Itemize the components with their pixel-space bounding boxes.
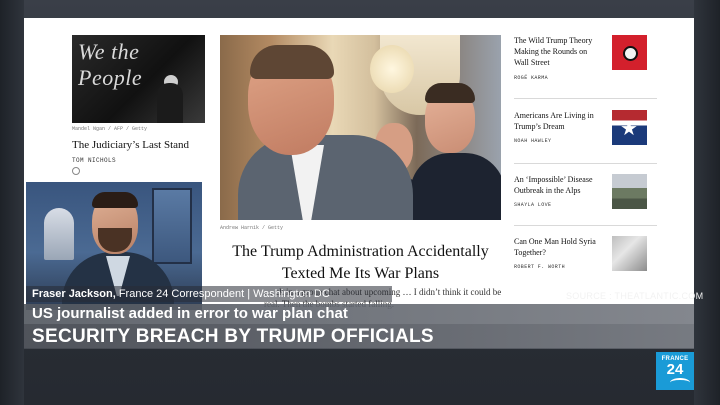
left-story-author: TOM NICHOLS — [72, 157, 117, 164]
rail-item-title: The Wild Trump Theory Making the Rounds … — [514, 36, 593, 67]
headline-main: SECURITY BREACH BY TRUMP OFFICIALS — [24, 324, 694, 349]
rail-item-author: ROBERT F. WORTH — [514, 264, 566, 270]
left-story-title: The Judiciary’s Last Stand — [72, 139, 190, 151]
correspondent-hair — [92, 192, 138, 208]
main-story-title[interactable]: The Trump Administration Accidentally Te… — [220, 241, 501, 285]
person-2-suit — [410, 153, 501, 220]
rail-item-author: NOAH HAWLEY — [514, 138, 552, 144]
red-eye-icon — [612, 35, 647, 70]
rail-divider — [514, 163, 657, 164]
headline-sub: US journalist added in error to war plan… — [24, 304, 694, 324]
rail-item-author: ROGÉ KARMA — [514, 75, 549, 81]
alps-photo — [612, 174, 647, 209]
france24-logo: FRANCE 24 — [656, 352, 694, 390]
name-strip: Fraser Jackson, France 24 Correspondent … — [26, 286, 392, 302]
person-1-suit — [238, 135, 413, 220]
rail-item-2[interactable]: Americans Are Living in Trump’s Dream NO… — [514, 110, 654, 170]
person-2-hair — [425, 83, 475, 103]
correspondent-role: France 24 Correspondent | Washington DC — [115, 288, 330, 300]
logo-wave-icon — [670, 378, 690, 387]
correspondent-name: Fraser Jackson, — [32, 288, 116, 300]
figure-body — [157, 83, 183, 123]
background-window — [152, 188, 192, 264]
capitol-dome — [44, 208, 74, 260]
syria-photo — [612, 236, 647, 271]
rail-item-title: Americans Are Living in Trump’s Dream — [514, 111, 594, 131]
source-tag: SOURCE : THEATLANTIC.COM — [566, 291, 704, 301]
rail-divider — [514, 98, 657, 99]
main-story-credit: Andrew Harnik / Getty — [220, 225, 284, 231]
logo-bottom-text: 24 — [666, 361, 684, 378]
lamp — [370, 45, 414, 93]
left-story-image: We the People — [72, 35, 205, 123]
left-image-script-text: We the People — [78, 39, 143, 90]
main-story-image — [220, 35, 501, 220]
rail-item-1[interactable]: The Wild Trump Theory Making the Rounds … — [514, 35, 654, 95]
comment-icon — [72, 167, 80, 175]
flag-star-icon — [612, 110, 647, 145]
left-story-credit: Mandel Ngan / AFP / Getty — [72, 126, 148, 132]
rail-divider — [514, 225, 657, 226]
person-1-hair — [250, 45, 334, 79]
rail-item-title: Can One Man Hold Syria Together? — [514, 237, 596, 257]
rail-item-author: SHAYLA LOVE — [514, 202, 552, 208]
rail-item-title: An ‘Impossible’ Disease Outbreak in the … — [514, 175, 593, 195]
rail-item-4[interactable]: Can One Man Hold Syria Together? ROBERT … — [514, 236, 654, 296]
